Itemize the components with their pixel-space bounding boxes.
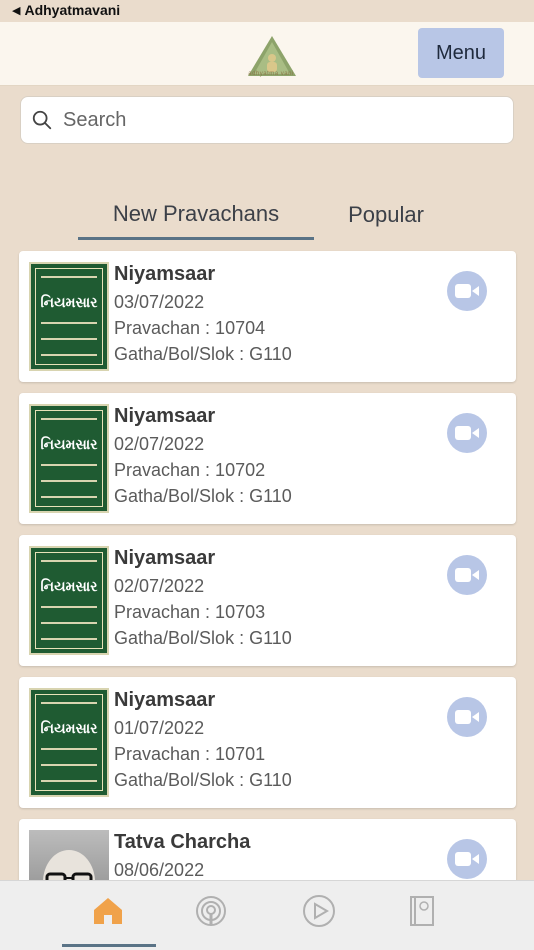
card-date: 01/07/2022 (114, 718, 205, 738)
book-cover-title: નિયમસાર (40, 294, 98, 310)
card-date: 02/07/2022 (114, 576, 205, 596)
book-cover-thumbnail: નિયમસાર (29, 262, 109, 371)
video-camera-icon (455, 710, 479, 724)
logo-caption: adhyatma vani (248, 71, 294, 77)
book-cover-title: નિયમસાર (40, 436, 98, 452)
card-title: Niyamsaar (114, 689, 216, 711)
video-button[interactable] (447, 413, 487, 453)
card-pravachan: Pravachan : 10702 (114, 460, 266, 480)
bottom-navigation (0, 880, 534, 950)
book-cover-thumbnail: નિયમસાર (29, 688, 109, 797)
book-cover-title: નિયમસાર (40, 720, 98, 736)
card-gatha: Gatha/Bol/Slok : G110 (114, 344, 292, 364)
card-date: 08/06/2022 (114, 860, 205, 880)
menu-button[interactable]: Menu (418, 28, 504, 78)
video-camera-icon (455, 284, 479, 298)
card-title: Niyamsaar (114, 263, 216, 285)
card-date: 03/07/2022 (114, 292, 205, 312)
home-icon (94, 898, 122, 924)
podcast-icon (196, 896, 226, 926)
card-gatha: Gatha/Bol/Slok : G110 (114, 770, 292, 790)
pravachan-card[interactable]: નિયમસાર Niyamsaar 02/07/2022 Pravachan :… (19, 393, 516, 524)
nav-library[interactable] (392, 881, 452, 941)
card-title: Niyamsaar (114, 405, 216, 427)
video-camera-icon (455, 568, 479, 582)
app-header: adhyatma vani Menu (0, 22, 534, 86)
video-button[interactable] (447, 839, 487, 879)
book-icon (410, 896, 434, 926)
search-bar[interactable] (20, 96, 514, 144)
book-cover-thumbnail: નિયમસાર (29, 546, 109, 655)
status-bar: ◀ Adhyatmavani (0, 0, 534, 20)
pravachan-card[interactable]: નિયમસાર Niyamsaar 03/07/2022 Pravachan :… (19, 251, 516, 382)
tab-bar: New Pravachans Popular (0, 190, 534, 242)
nav-podcast[interactable] (181, 881, 241, 941)
search-input[interactable] (63, 108, 483, 132)
card-gatha: Gatha/Bol/Slok : G110 (114, 628, 292, 648)
video-camera-icon (455, 426, 479, 440)
nav-play[interactable] (289, 881, 349, 941)
card-pravachan: Pravachan : 10701 (114, 744, 266, 764)
card-date: 02/07/2022 (114, 434, 205, 454)
card-title: Niyamsaar (114, 547, 216, 569)
card-gatha: Gatha/Bol/Slok : G110 (114, 486, 292, 506)
pravachan-card[interactable]: Tatva Charcha 08/06/2022 (19, 819, 516, 889)
card-pravachan: Pravachan : 10704 (114, 318, 266, 338)
pravachan-card[interactable]: નિયમસાર Niyamsaar 01/07/2022 Pravachan :… (19, 677, 516, 808)
card-pravachan: Pravachan : 10703 (114, 602, 266, 622)
video-camera-icon (455, 852, 479, 866)
back-arrow-icon[interactable]: ◀ (12, 4, 20, 17)
nav-home[interactable] (78, 881, 138, 941)
search-icon (32, 110, 52, 130)
video-button[interactable] (447, 555, 487, 595)
video-button[interactable] (447, 697, 487, 737)
active-tab-indicator (62, 944, 156, 947)
pravachan-card[interactable]: નિયમસાર Niyamsaar 02/07/2022 Pravachan :… (19, 535, 516, 666)
book-cover-title: નિયમસાર (40, 578, 98, 594)
book-cover-thumbnail: નિયમસાર (29, 404, 109, 513)
card-title: Tatva Charcha (114, 831, 251, 853)
video-button[interactable] (447, 271, 487, 311)
play-circle-icon (303, 895, 335, 927)
tab-new-pravachans[interactable]: New Pravachans (78, 190, 314, 240)
back-app-label[interactable]: Adhyatmavani (24, 2, 120, 18)
tab-popular[interactable]: Popular (318, 190, 454, 240)
